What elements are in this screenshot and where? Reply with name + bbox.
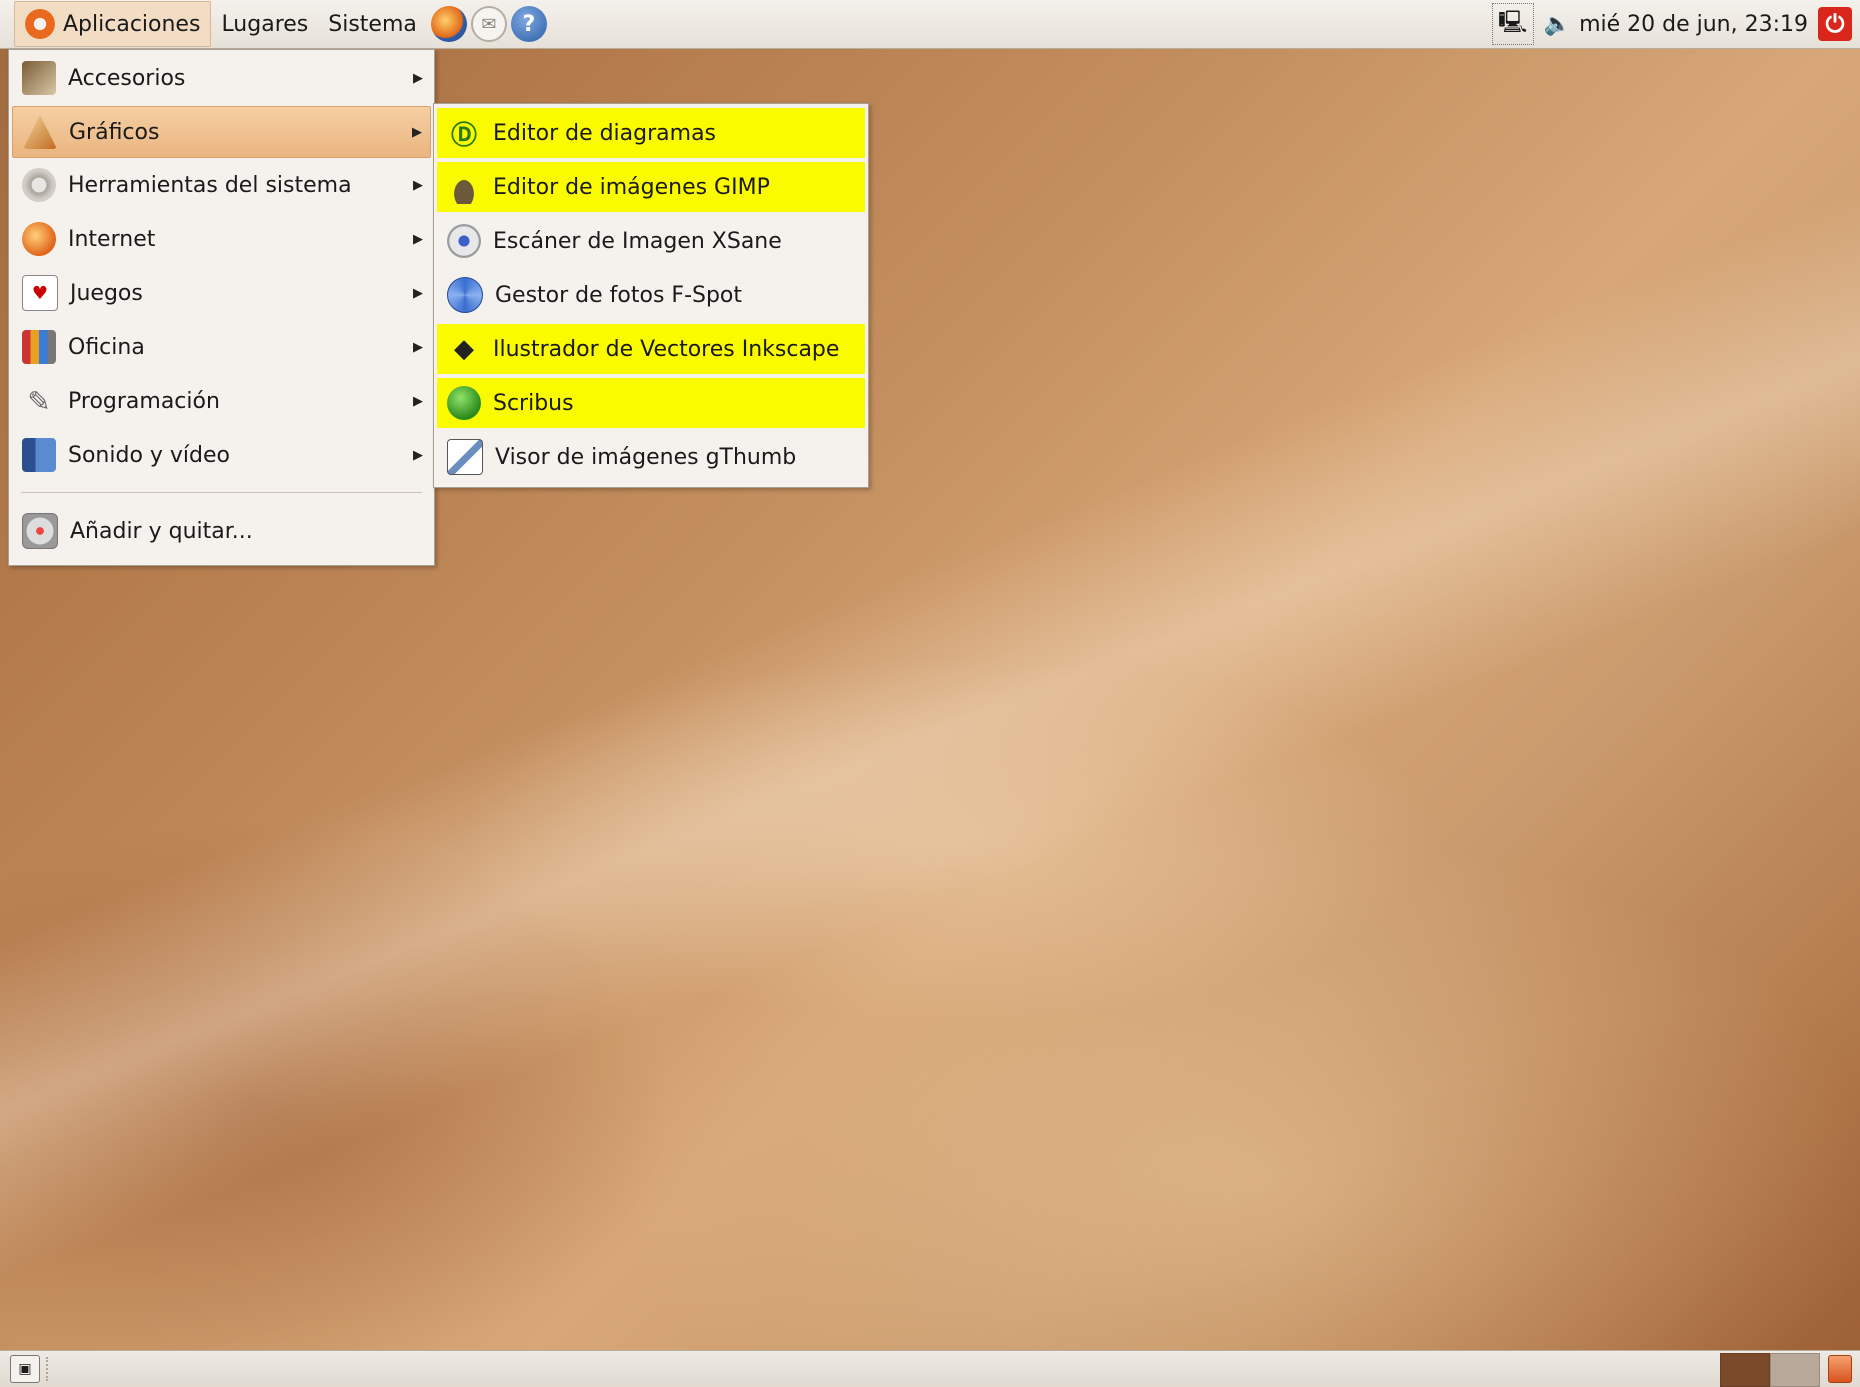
menu-item-label: Juegos	[70, 280, 143, 306]
menu-item-label: Herramientas del sistema	[68, 172, 352, 198]
submenu-item-label: Editor de imágenes GIMP	[493, 174, 770, 200]
menu-item-label: Gráficos	[69, 119, 160, 145]
submenu-arrow-icon: ▶	[413, 393, 423, 409]
office-icon	[22, 330, 56, 364]
menu-item-anadir-quitar[interactable]: Añadir y quitar...	[12, 506, 431, 556]
xsane-icon	[447, 224, 481, 258]
menu-item-label: Sonido y vídeo	[68, 442, 231, 468]
submenu-item-label: Escáner de Imagen XSane	[493, 228, 782, 254]
submenu-item-label: Ilustrador de Vectores Inkscape	[493, 336, 840, 362]
menu-item-label: Programación	[68, 388, 220, 414]
programming-icon: ✎	[27, 384, 51, 418]
panel-tray: 🖳 🔈 mié 20 de jun, 23:19 ⏻	[1491, 0, 1860, 48]
bottom-panel: ▣	[0, 1350, 1860, 1387]
fspot-icon	[447, 277, 483, 313]
menu-item-label: Añadir y quitar...	[70, 518, 253, 544]
workspace-2[interactable]	[1770, 1353, 1820, 1387]
system-menu-label: Sistema	[328, 11, 417, 37]
applications-menu[interactable]: Aplicaciones	[14, 1, 212, 47]
submenu-arrow-icon: ▶	[413, 447, 423, 463]
submenu-item-fspot[interactable]: Gestor de fotos F-Spot	[437, 270, 865, 320]
workspace-1[interactable]	[1720, 1353, 1770, 1387]
panel-menu-bar: Aplicaciones Lugares Sistema ✉ ?	[0, 0, 547, 48]
add-remove-icon	[22, 513, 58, 549]
submenu-arrow-icon: ▶	[413, 70, 423, 86]
panel-grip[interactable]	[46, 1357, 56, 1381]
menu-item-herramientas[interactable]: Herramientas del sistema ▶	[12, 160, 431, 210]
top-panel: Aplicaciones Lugares Sistema ✉ ? 🖳 🔈 mié…	[0, 0, 1860, 49]
menu-item-graficos[interactable]: Gráficos ▶	[12, 106, 431, 158]
submenu-item-dia[interactable]: Ⓓ Editor de diagramas	[437, 108, 865, 158]
submenu-item-gimp[interactable]: Editor de imágenes GIMP	[437, 162, 865, 212]
applications-menu-label: Aplicaciones	[63, 11, 201, 37]
applications-dropdown: Accesorios ▶ Gráficos ▶ Herramientas del…	[8, 49, 435, 566]
gimp-icon	[447, 170, 481, 204]
menu-separator	[21, 492, 422, 493]
places-menu-label: Lugares	[221, 11, 309, 37]
menu-item-programacion[interactable]: ✎ Programación ▶	[12, 376, 431, 426]
graphics-icon	[23, 115, 57, 149]
system-menu[interactable]: Sistema	[318, 2, 427, 46]
submenu-arrow-icon: ▶	[412, 124, 422, 140]
submenu-item-scribus[interactable]: Scribus	[437, 378, 865, 428]
menu-item-label: Oficina	[68, 334, 145, 360]
submenu-arrow-icon: ▶	[413, 177, 423, 193]
volume-icon[interactable]: 🔈	[1544, 12, 1571, 37]
mail-icon[interactable]: ✉	[470, 6, 507, 42]
submenu-arrow-icon: ▶	[413, 339, 423, 355]
submenu-item-gthumb[interactable]: Visor de imágenes gThumb	[437, 432, 865, 482]
games-icon: ♥	[22, 275, 58, 311]
submenu-item-label: Visor de imágenes gThumb	[495, 444, 797, 470]
submenu-item-label: Gestor de fotos F-Spot	[495, 282, 743, 308]
menu-item-label: Internet	[68, 226, 156, 252]
menu-item-sonido-video[interactable]: Sonido y vídeo ▶	[12, 430, 431, 480]
menu-item-accesorios[interactable]: Accesorios ▶	[12, 53, 431, 103]
submenu-item-xsane[interactable]: Escáner de Imagen XSane	[437, 216, 865, 266]
power-icon[interactable]: ⏻	[1818, 7, 1852, 41]
accessories-icon	[22, 61, 56, 95]
internet-icon	[22, 222, 56, 256]
network-icon[interactable]: 🖳	[1491, 3, 1534, 45]
sound-video-icon	[22, 438, 56, 472]
trash-icon[interactable]	[1826, 1353, 1854, 1385]
submenu-item-label: Editor de diagramas	[493, 120, 717, 146]
clock[interactable]: mié 20 de jun, 23:19	[1579, 12, 1808, 37]
inkscape-icon: ◆	[454, 334, 474, 364]
dia-icon: Ⓓ	[450, 120, 477, 151]
system-tools-icon	[22, 168, 56, 202]
submenu-item-label: Scribus	[493, 390, 574, 416]
graphics-submenu: Ⓓ Editor de diagramas Editor de imágenes…	[433, 103, 869, 488]
menu-item-juegos[interactable]: ♥ Juegos ▶	[12, 268, 431, 318]
submenu-item-inkscape[interactable]: ◆ Ilustrador de Vectores Inkscape	[437, 324, 865, 374]
menu-item-oficina[interactable]: Oficina ▶	[12, 322, 431, 372]
help-icon[interactable]: ?	[510, 6, 547, 42]
menu-item-internet[interactable]: Internet ▶	[12, 214, 431, 264]
scribus-icon	[447, 386, 481, 420]
ubuntu-logo-icon	[25, 9, 55, 39]
places-menu[interactable]: Lugares	[211, 2, 318, 46]
submenu-arrow-icon: ▶	[413, 285, 423, 301]
firefox-icon[interactable]	[430, 6, 467, 42]
gthumb-icon	[447, 439, 483, 475]
show-desktop-button[interactable]: ▣	[10, 1355, 40, 1383]
submenu-arrow-icon: ▶	[413, 231, 423, 247]
menu-item-label: Accesorios	[68, 65, 186, 91]
